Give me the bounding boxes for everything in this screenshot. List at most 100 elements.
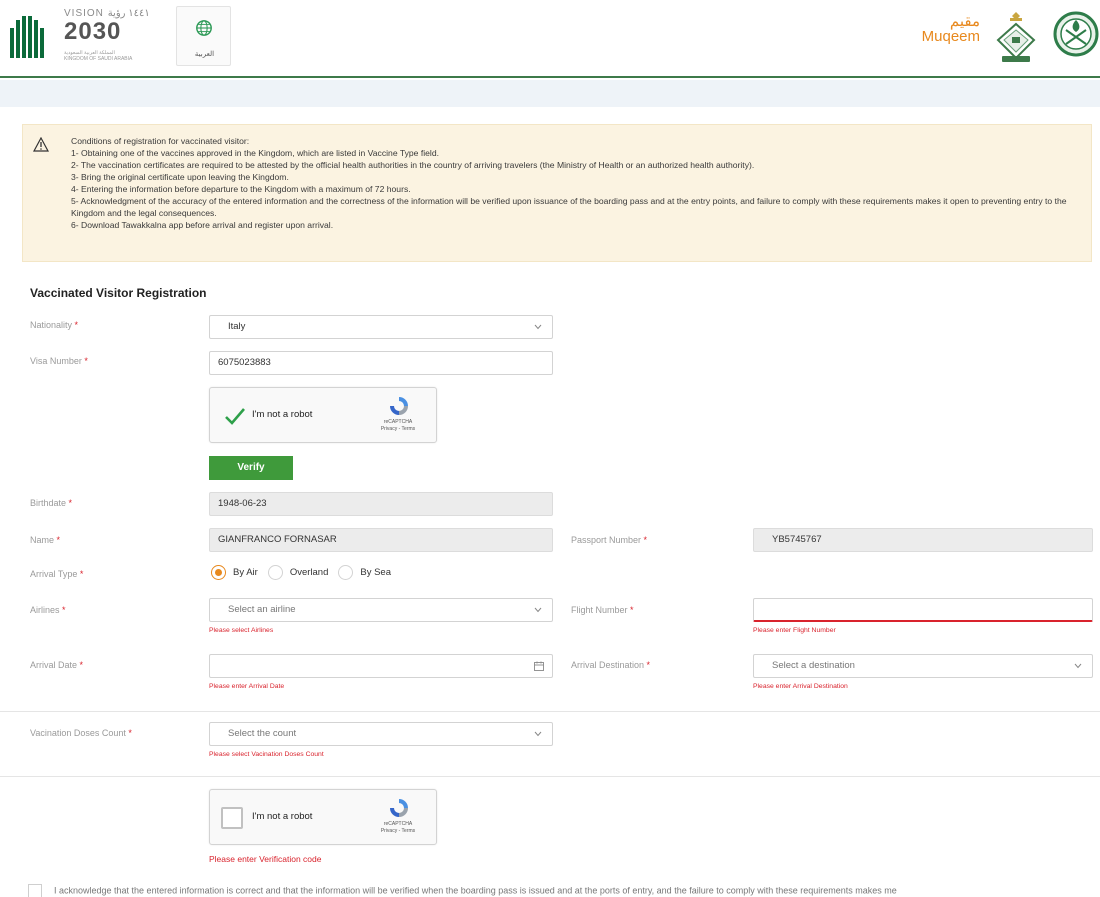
calendar-icon[interactable] (534, 661, 544, 671)
muqeem-logo: مقيم Muqeem (920, 14, 980, 44)
condition-line: 1- Obtaining one of the vaccines approve… (71, 148, 439, 158)
required-mark: * (74, 320, 79, 330)
language-toggle-button[interactable]: العربية (176, 6, 231, 66)
visa-number-input[interactable]: 6075023883 (209, 351, 553, 375)
required-mark: * (630, 605, 634, 615)
flight-number-label-text: Flight Number (571, 605, 628, 615)
nationality-label: Nationality * (30, 320, 78, 330)
site-header: VISION ١٤٤١ رؤية 2030 المملكة العربية ال… (0, 0, 1100, 78)
arrival-date-input[interactable] (209, 654, 553, 678)
radio-selected-icon (211, 564, 226, 580)
recaptcha-logo-icon (390, 397, 408, 415)
radio-by-air-label: By Air (233, 566, 258, 578)
registration-conditions-box: Conditions of registration for vaccinate… (22, 124, 1092, 262)
radio-by-sea[interactable]: By Sea (338, 564, 392, 580)
globe-icon (196, 20, 212, 36)
vaccination-doses-error: Please select Vacination Doses Count (209, 751, 324, 758)
recaptcha-privacy-terms: Privacy - Terms (380, 828, 416, 834)
recaptcha-widget-verified[interactable]: I'm not a robot reCAPTCHA Privacy - Terms (209, 387, 437, 443)
name-value: GIANFRANCO FORNASAR (218, 534, 337, 545)
recaptcha-label: I'm not a robot (252, 811, 313, 822)
vaccination-doses-label-text: Vacination Doses Count (30, 728, 126, 738)
airlines-select[interactable]: Select an airline (209, 598, 553, 622)
chevron-down-icon (1074, 663, 1082, 669)
passports-crest-icon (996, 12, 1036, 62)
recaptcha-brand: reCAPTCHA Privacy - Terms (370, 821, 426, 835)
flight-number-error: Please enter Flight Number (753, 627, 836, 634)
airlines-label-text: Airlines (30, 605, 60, 615)
required-mark: * (128, 728, 132, 738)
airlines-error: Please select Airlines (209, 627, 274, 634)
arrival-destination-select[interactable]: Select a destination (753, 654, 1093, 678)
vaccination-doses-placeholder: Select the count (228, 728, 297, 739)
arrival-type-radio-group: By Air Overland By Sea (211, 562, 401, 582)
arrival-destination-label: Arrival Destination * (571, 660, 650, 670)
arrival-type-label-text: Arrival Type (30, 569, 78, 579)
arrival-destination-error: Please enter Arrival Destination (753, 683, 848, 690)
ministry-emblem-icon (1053, 11, 1099, 57)
chevron-down-icon (534, 324, 542, 330)
condition-line: 2- The vaccination certificates are requ… (71, 160, 755, 170)
arrival-date-label: Arrival Date * (30, 660, 83, 670)
sub-navigation-bar (0, 80, 1100, 107)
vaccination-doses-select[interactable]: Select the count (209, 722, 553, 746)
recaptcha-checkbox[interactable] (221, 807, 243, 829)
birthdate-input: 1948-06-23 (209, 492, 553, 516)
muqeem-ar: مقيم (949, 13, 980, 30)
acknowledgement-text: I acknowledge that the entered informati… (54, 885, 897, 896)
radio-by-air[interactable]: By Air (211, 564, 258, 580)
name-label: Name * (30, 535, 60, 545)
recaptcha-label: I'm not a robot (252, 409, 313, 420)
vision-subtitle: المملكة العربية السعودية KINGDOM OF SAUD… (64, 50, 154, 62)
airlines-placeholder: Select an airline (228, 604, 296, 615)
radio-overland[interactable]: Overland (267, 564, 329, 580)
vision-bars-icon (10, 16, 44, 58)
chevron-down-icon (534, 731, 542, 737)
required-mark: * (68, 498, 73, 508)
condition-line: 4- Entering the information before depar… (71, 184, 411, 194)
muqeem-en: Muqeem (921, 28, 980, 45)
condition-line: 6- Download Tawakkalna app before arriva… (71, 220, 334, 230)
conditions-text: Conditions of registration for vaccinate… (71, 135, 1081, 231)
nationality-value: Italy (228, 321, 246, 332)
condition-line: 3- Bring the original certificate upon l… (71, 172, 289, 182)
recaptcha-widget[interactable]: I'm not a robot reCAPTCHA Privacy - Terms (209, 789, 437, 845)
visa-number-label-text: Visa Number (30, 356, 82, 366)
vision-year: 2030 (64, 18, 122, 45)
arrival-destination-label-text: Arrival Destination (571, 660, 645, 670)
flight-number-label: Flight Number * (571, 605, 634, 615)
required-mark: * (643, 535, 648, 545)
flight-number-input[interactable] (753, 598, 1093, 622)
required-mark: * (646, 660, 651, 670)
required-mark: * (79, 569, 84, 579)
acknowledgement-checkbox[interactable] (28, 884, 42, 897)
chevron-down-icon (534, 607, 542, 613)
recaptcha-logo-icon (390, 799, 408, 817)
arrival-date-error: Please enter Arrival Date (209, 683, 285, 690)
required-mark: * (79, 660, 84, 670)
nationality-label-text: Nationality (30, 320, 73, 330)
radio-by-sea-label: By Sea (360, 566, 392, 578)
vaccination-doses-label: Vacination Doses Count * (30, 728, 132, 738)
condition-line: Conditions of registration for vaccinate… (71, 136, 250, 146)
arrival-destination-placeholder: Select a destination (772, 660, 855, 671)
radio-unselected-icon (267, 564, 283, 580)
verification-code-error: Please enter Verification code (209, 854, 322, 864)
required-mark: * (56, 535, 61, 545)
visa-number-value: 6075023883 (218, 357, 271, 368)
nationality-select[interactable]: Italy (209, 315, 553, 339)
condition-line: 5- Acknowledgment of the accuracy of the… (71, 196, 1067, 218)
section-divider (0, 711, 1100, 712)
radio-overland-label: Overland (289, 566, 329, 578)
recaptcha-brand-text: reCAPTCHA (383, 419, 413, 425)
required-mark: * (62, 605, 66, 615)
verify-button[interactable]: Verify (209, 456, 293, 480)
passport-number-label-text: Passport Number (571, 535, 642, 545)
birthdate-label: Birthdate * (30, 498, 72, 508)
language-label: العربية (194, 51, 215, 58)
recaptcha-brand: reCAPTCHA Privacy - Terms (370, 419, 426, 433)
section-divider (0, 776, 1100, 777)
visa-number-label: Visa Number * (30, 356, 88, 366)
birthdate-label-text: Birthdate (30, 498, 67, 508)
acknowledgement-row: I acknowledge that the entered informati… (28, 884, 1098, 897)
